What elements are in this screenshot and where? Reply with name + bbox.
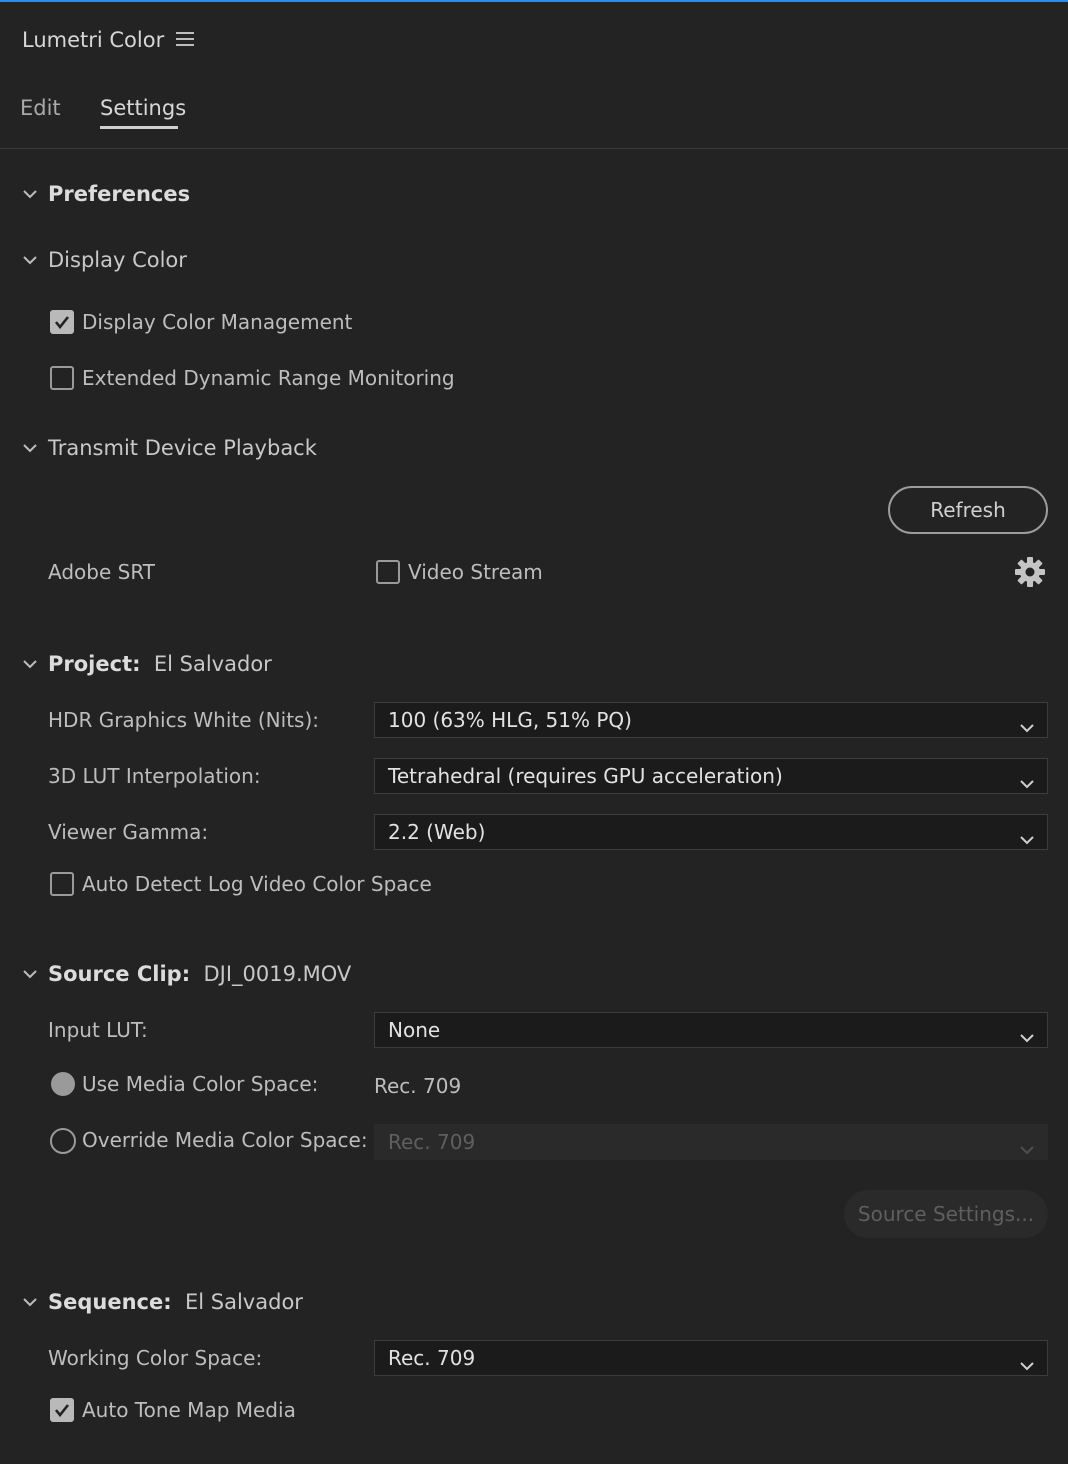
refresh-button[interactable]: Refresh — [888, 486, 1048, 534]
hdr-graphics-white-label: HDR Graphics White (Nits): — [48, 708, 320, 732]
section-transmit-title[interactable]: Transmit Device Playback — [48, 432, 317, 464]
use-media-color-space-value: Rec. 709 — [374, 1074, 462, 1098]
override-media-color-space-label: Override Media Color Space: — [82, 1128, 368, 1152]
chevron-down-icon — [1019, 1134, 1035, 1168]
chevron-down-icon[interactable] — [22, 252, 38, 268]
lut-interpolation-label: 3D LUT Interpolation: — [48, 764, 261, 788]
active-tab-indicator — [100, 126, 178, 129]
source-clip-name: DJI_0019.MOV — [203, 962, 352, 986]
source-settings-button[interactable]: Source Settings... — [844, 1190, 1048, 1238]
chevron-down-icon[interactable] — [22, 656, 38, 672]
sequence-heading: Sequence: — [48, 1290, 172, 1314]
project-heading: Project: — [48, 652, 141, 676]
lut-interpolation-value: Tetrahedral (requires GPU acceleration) — [388, 764, 783, 788]
chevron-down-icon — [1019, 1022, 1035, 1056]
display-color-management-label: Display Color Management — [82, 310, 353, 334]
project-name: El Salvador — [153, 652, 272, 676]
working-color-space-dropdown[interactable]: Rec. 709 — [374, 1340, 1048, 1376]
panel-title: Lumetri Color — [22, 28, 165, 52]
lut-interpolation-dropdown[interactable]: Tetrahedral (requires GPU acceleration) — [374, 758, 1048, 794]
chevron-down-icon — [1019, 1350, 1035, 1384]
tab-settings[interactable]: Settings — [100, 92, 186, 124]
input-lut-value: None — [388, 1018, 441, 1042]
use-media-color-space-radio[interactable] — [51, 1072, 75, 1096]
chevron-down-icon — [1019, 768, 1035, 802]
override-media-color-space-radio[interactable] — [50, 1128, 76, 1154]
auto-detect-log-label: Auto Detect Log Video Color Space — [82, 872, 432, 896]
hamburger-icon[interactable] — [176, 32, 194, 48]
chevron-down-icon[interactable] — [22, 1294, 38, 1310]
display-color-management-checkbox[interactable] — [50, 310, 74, 334]
input-lut-dropdown[interactable]: None — [374, 1012, 1048, 1048]
hdr-graphics-white-value: 100 (63% HLG, 51% PQ) — [388, 708, 632, 732]
chevron-down-icon — [1019, 712, 1035, 746]
section-display-color-title[interactable]: Display Color — [48, 244, 187, 276]
sequence-name: El Salvador — [185, 1290, 303, 1314]
tab-edit[interactable]: Edit — [20, 92, 61, 124]
gear-icon[interactable] — [1014, 556, 1046, 588]
chevron-down-icon[interactable] — [22, 186, 38, 202]
working-color-space-label: Working Color Space: — [48, 1346, 263, 1370]
auto-detect-log-checkbox[interactable] — [50, 872, 74, 896]
input-lut-label: Input LUT: — [48, 1018, 148, 1042]
chevron-down-icon[interactable] — [22, 440, 38, 456]
source-clip-heading: Source Clip: — [48, 962, 191, 986]
section-preferences-title[interactable]: Preferences — [48, 178, 190, 210]
header-divider — [0, 148, 1068, 149]
viewer-gamma-label: Viewer Gamma: — [48, 820, 209, 844]
video-stream-label: Video Stream — [408, 560, 543, 584]
video-stream-checkbox[interactable] — [376, 560, 400, 584]
chevron-down-icon — [1019, 824, 1035, 858]
use-media-color-space-label: Use Media Color Space: — [82, 1072, 319, 1096]
edr-monitoring-label: Extended Dynamic Range Monitoring — [82, 366, 455, 390]
section-project-title[interactable]: Project: El Salvador — [48, 648, 272, 680]
hdr-graphics-white-dropdown[interactable]: 100 (63% HLG, 51% PQ) — [374, 702, 1048, 738]
auto-tone-map-checkbox[interactable] — [50, 1398, 74, 1422]
section-source-clip-title[interactable]: Source Clip: DJI_0019.MOV — [48, 958, 351, 990]
override-media-color-space-value: Rec. 709 — [388, 1130, 476, 1154]
adobe-srt-label: Adobe SRT — [48, 560, 155, 584]
override-media-color-space-dropdown[interactable]: Rec. 709 — [374, 1124, 1048, 1160]
viewer-gamma-value: 2.2 (Web) — [388, 820, 486, 844]
panel-focus-highlight — [0, 0, 1068, 2]
edr-monitoring-checkbox[interactable] — [50, 366, 74, 390]
section-sequence-title[interactable]: Sequence: El Salvador — [48, 1286, 303, 1318]
auto-tone-map-label: Auto Tone Map Media — [82, 1398, 296, 1422]
viewer-gamma-dropdown[interactable]: 2.2 (Web) — [374, 814, 1048, 850]
working-color-space-value: Rec. 709 — [388, 1346, 476, 1370]
chevron-down-icon[interactable] — [22, 966, 38, 982]
